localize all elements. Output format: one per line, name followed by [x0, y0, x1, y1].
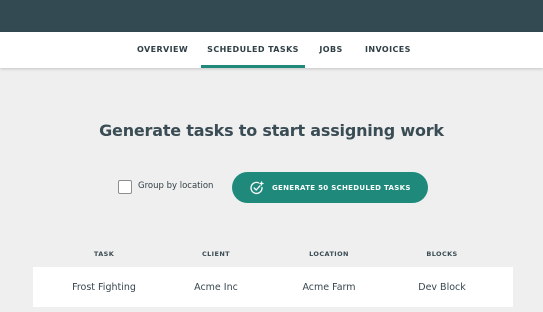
- column-header-blocks[interactable]: BLOCKS: [392, 250, 492, 258]
- app-top-bar: [0, 0, 543, 32]
- table-cell-location: Acme Farm: [302, 282, 356, 293]
- table-cell-task: Frost Fighting: [72, 282, 136, 293]
- tab-jobs[interactable]: JOBS: [318, 32, 344, 68]
- tab-bar: OVERVIEW SCHEDULED TASKS JOBS INVOICES: [0, 32, 543, 68]
- empty-state-headline: Generate tasks to start assigning work: [99, 121, 444, 140]
- tab-scheduled-tasks[interactable]: SCHEDULED TASKS: [201, 32, 305, 68]
- group-by-location-label[interactable]: Group by location: [138, 181, 213, 191]
- generate-tasks-label: GENERATE 50 SCHEDULED TASKS: [272, 183, 411, 192]
- tab-invoices[interactable]: INVOICES: [365, 32, 410, 68]
- column-header-client[interactable]: CLIENT: [166, 250, 266, 258]
- generate-tasks-button[interactable]: GENERATE 50 SCHEDULED TASKS: [232, 172, 428, 203]
- group-by-location-checkbox[interactable]: [118, 180, 132, 194]
- table-cell-client: Acme Inc: [194, 282, 238, 293]
- tab-overview[interactable]: OVERVIEW: [137, 32, 188, 68]
- column-header-task[interactable]: TASK: [54, 250, 154, 258]
- table-cell-blocks: Dev Block: [418, 282, 466, 293]
- check-circle-plus-icon: [250, 180, 264, 195]
- column-header-location[interactable]: LOCATION: [279, 250, 379, 258]
